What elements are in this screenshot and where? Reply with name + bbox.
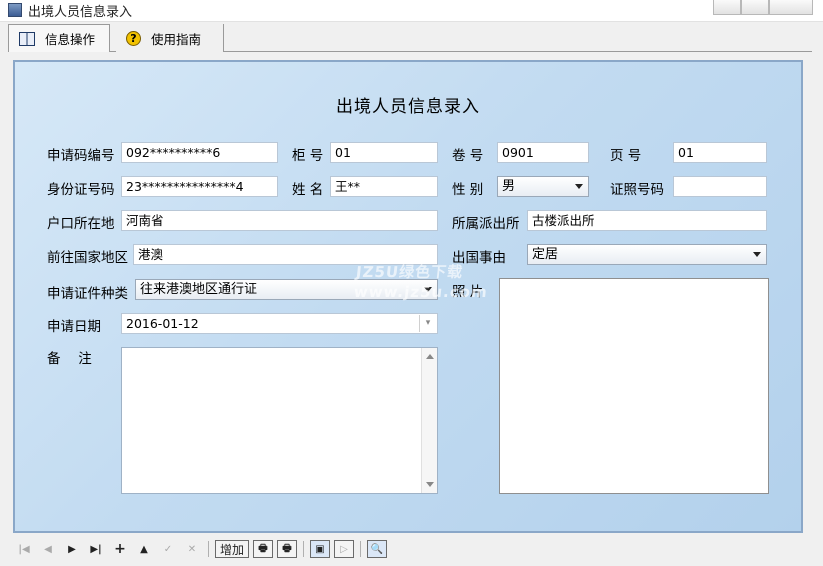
delete-record-button[interactable]: ▲ [134, 540, 154, 558]
print-setup-icon[interactable]: 🖶 [277, 540, 298, 558]
cabinet-no-field[interactable]: 01 [330, 142, 438, 163]
photo-box[interactable] [499, 278, 769, 494]
destination-label: 前往国家地区 [47, 250, 128, 266]
exit-reason-select[interactable]: 定居 [527, 244, 767, 265]
scroll-down-icon[interactable] [426, 482, 434, 487]
exit-reason-value: 定居 [532, 247, 559, 262]
search-icon[interactable]: 🔍 [367, 540, 388, 558]
watermark-line2: www.jz5u.com [353, 283, 489, 301]
separator [303, 541, 305, 557]
tab-user-guide[interactable]: ? 使用指南 [116, 24, 224, 52]
first-record-button[interactable]: |◀ [14, 540, 34, 558]
next-record-button[interactable]: ▶ [62, 540, 82, 558]
scroll-up-icon[interactable] [426, 354, 434, 359]
help-icon: ? [126, 30, 141, 46]
cert-type-value: 往来港澳地区通行证 [140, 282, 258, 297]
window-controls [713, 0, 813, 15]
volume-no-field[interactable]: 0901 [497, 142, 589, 163]
chevron-down-icon [575, 184, 583, 189]
next-page-icon[interactable]: ▷ [334, 540, 355, 558]
remarks-label: 备 注 [47, 351, 92, 367]
id-no-label: 身份证号码 [47, 182, 115, 198]
record-navigator: |◀ ◀ ▶ ▶| + ▲ ✓ ✕ 增加 🖶 🖶 ▣ ▷ 🔍 [8, 538, 812, 560]
cancel-edit-button[interactable]: ✕ [182, 540, 202, 558]
tab-label: 使用指南 [151, 31, 202, 47]
police-station-field[interactable]: 古楼派出所 [527, 210, 767, 231]
form-panel: 出境人员信息录入 申请码编号 092**********6 柜 号 01 卷 号… [13, 60, 803, 533]
tab-label: 信息操作 [45, 32, 96, 47]
maximize-button[interactable] [741, 0, 769, 15]
chevron-down-icon [753, 252, 761, 257]
insert-record-button[interactable]: + [110, 540, 130, 558]
minimize-button[interactable] [713, 0, 741, 15]
form-title: 出境人员信息录入 [336, 97, 480, 117]
window-title: 出境人员信息录入 [28, 5, 133, 20]
volume-no-label: 卷 号 [452, 148, 484, 164]
tab-info-operations[interactable]: 信息操作 [8, 24, 110, 52]
watermark: JZ5U绿色下载 www.jz5u.com [353, 262, 507, 302]
cabinet-no-label: 柜 号 [292, 148, 324, 164]
name-label: 姓 名 [292, 182, 324, 198]
apply-date-label: 申请日期 [47, 319, 101, 335]
app-icon [8, 3, 22, 17]
cert-type-label: 申请证件种类 [47, 286, 128, 302]
last-record-button[interactable]: ▶| [86, 540, 106, 558]
police-station-label: 所属派出所 [452, 216, 520, 232]
separator [360, 541, 362, 557]
apply-no-label: 申请码编号 [47, 148, 115, 164]
tab-bar: 信息操作 ? 使用指南 [8, 24, 812, 52]
apply-no-field[interactable]: 092**********6 [121, 142, 278, 163]
close-button[interactable] [769, 0, 813, 15]
apply-date-field[interactable]: 2016-01-12 ▾ [121, 313, 438, 334]
post-record-button[interactable]: ✓ [158, 540, 178, 558]
household-label: 户口所在地 [47, 216, 115, 232]
gender-select[interactable]: 男 [497, 176, 589, 197]
print-icon[interactable]: 🖶 [253, 540, 274, 558]
gender-label: 性 别 [452, 182, 484, 198]
page-no-field[interactable]: 01 [673, 142, 767, 163]
gender-value: 男 [502, 179, 516, 194]
name-field[interactable]: 王** [330, 176, 438, 197]
add-button[interactable]: 增加 [215, 540, 250, 558]
preview-icon[interactable]: ▣ [310, 540, 331, 558]
cert-no-label: 证照号码 [610, 182, 664, 198]
remarks-scrollbar[interactable] [421, 348, 437, 493]
book-icon [19, 31, 35, 46]
separator [208, 541, 209, 557]
apply-date-value: 2016-01-12 [126, 316, 199, 331]
remarks-textarea[interactable] [121, 347, 438, 494]
title-bar: 出境人员信息录入 [0, 0, 823, 22]
household-field[interactable]: 河南省 [121, 210, 438, 231]
date-dropdown-icon[interactable]: ▾ [419, 315, 436, 332]
id-no-field[interactable]: 23***************4 [121, 176, 278, 197]
page-no-label: 页 号 [610, 148, 642, 164]
cert-no-field[interactable] [673, 176, 767, 197]
prev-record-button[interactable]: ◀ [38, 540, 58, 558]
watermark-line1: JZ5U绿色下载 [355, 263, 465, 281]
